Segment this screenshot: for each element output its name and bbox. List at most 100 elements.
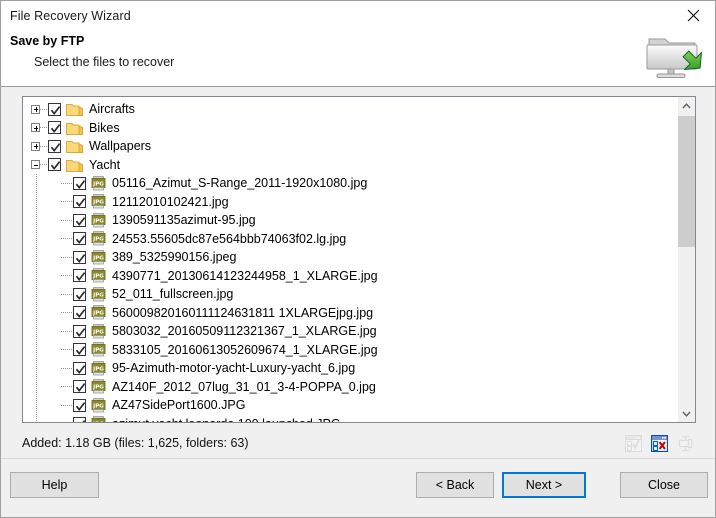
check-all-icon[interactable] bbox=[625, 434, 642, 452]
tree-file-row[interactable]: JPG 52_011_fullscreen.jpg bbox=[23, 285, 677, 304]
back-button[interactable]: < Back bbox=[416, 472, 494, 498]
tree-file-row[interactable]: JPG 5833105_20160613052609674_1_XLARGE.jp… bbox=[23, 341, 677, 360]
close-icon bbox=[687, 9, 699, 22]
file-name: 560009820160111124631811 1XLARGEjpg.jpg bbox=[112, 305, 374, 320]
tree-file-row[interactable]: JPG azimut yacht leonardo 100 launched.JP… bbox=[23, 415, 677, 422]
chevron-up-icon bbox=[682, 102, 691, 108]
file-checkbox[interactable] bbox=[73, 417, 86, 422]
collapse-icon[interactable] bbox=[31, 160, 40, 170]
file-name: 12112010102421.jpg bbox=[112, 194, 229, 209]
page-header: Save by FTP Select the files to recover bbox=[1, 30, 715, 87]
file-checkbox[interactable] bbox=[73, 398, 86, 412]
vertical-scrollbar[interactable] bbox=[677, 97, 695, 422]
checkmark-icon bbox=[50, 105, 61, 115]
file-name: azimut yacht leonardo 100 launched.JPG bbox=[112, 417, 341, 422]
file-checkbox[interactable] bbox=[73, 380, 86, 394]
tree-connector bbox=[40, 145, 48, 147]
file-checkbox[interactable] bbox=[73, 269, 86, 283]
tree-folder-row[interactable]: Wallpapers bbox=[23, 137, 677, 156]
checkmark-icon bbox=[75, 216, 86, 226]
tree-folder-row[interactable]: Yacht bbox=[23, 156, 677, 175]
scrollbar-thumb[interactable] bbox=[678, 116, 695, 247]
file-name: 24553.55605dc87e564bbb74063f02.lg.jpg bbox=[112, 231, 347, 246]
file-name: 95-Azimuth-motor-yacht-Luxury-yacht_6.jp… bbox=[112, 361, 356, 375]
file-checkbox[interactable] bbox=[73, 306, 86, 320]
tree-connector bbox=[61, 293, 73, 295]
tree-guide-line bbox=[36, 174, 37, 422]
tree-connector bbox=[40, 127, 48, 129]
file-checkbox[interactable] bbox=[73, 232, 86, 246]
checkmark-icon bbox=[75, 327, 86, 337]
checkmark-icon bbox=[82, 420, 86, 422]
tree-file-row[interactable]: JPG 95-Azimuth-motor-yacht-Luxury-yacht_6… bbox=[23, 359, 677, 378]
svg-text:JPG: JPG bbox=[92, 200, 104, 206]
tree-file-row[interactable]: JPG 12112010102421.jpg bbox=[23, 193, 677, 212]
file-checkbox[interactable] bbox=[73, 287, 86, 301]
file-checkbox[interactable] bbox=[73, 361, 86, 375]
scrollbar-track[interactable] bbox=[678, 114, 695, 405]
uncheck-all-icon[interactable] bbox=[650, 434, 669, 452]
checkmark-icon bbox=[50, 161, 61, 171]
file-name: 389_5325990156.jpeg bbox=[112, 250, 237, 264]
help-button[interactable]: Help bbox=[10, 472, 99, 498]
window-title: File Recovery Wizard bbox=[10, 8, 131, 23]
folder-checkbox[interactable] bbox=[48, 158, 61, 172]
wizard-body: Aircrafts Bikes Wallpapers Yacht JPG 05116_Az… bbox=[1, 87, 715, 458]
checkmark-icon bbox=[50, 142, 61, 152]
page-title: Save by FTP bbox=[10, 34, 85, 48]
tree-file-row[interactable]: JPG 05116_Azimut_S-Range_2011-1920x1080.j… bbox=[23, 174, 677, 193]
svg-text:JPG: JPG bbox=[92, 255, 104, 261]
expand-icon[interactable] bbox=[31, 104, 40, 114]
folder-icon bbox=[66, 158, 83, 172]
file-checkbox[interactable] bbox=[73, 343, 86, 357]
close-button[interactable] bbox=[671, 1, 715, 30]
next-button[interactable]: Next > bbox=[502, 472, 586, 498]
folder-checkbox[interactable] bbox=[48, 102, 61, 116]
file-checkbox[interactable] bbox=[73, 324, 86, 338]
expand-icon[interactable] bbox=[31, 123, 40, 133]
tree-file-row[interactable]: JPG 389_5325990156.jpeg bbox=[23, 248, 677, 267]
file-tree-listbox[interactable]: Aircrafts Bikes Wallpapers Yacht JPG 05116_Az… bbox=[22, 96, 696, 423]
tree-folder-row[interactable]: Aircrafts bbox=[23, 100, 677, 119]
tree-file-row[interactable]: JPG 4390771_20130614123244958_1_XLARGE.jp… bbox=[23, 267, 677, 286]
file-name: 5803032_20160509112321367_1_XLARGE.jpg bbox=[112, 324, 377, 338]
title-bar: File Recovery Wizard bbox=[1, 1, 715, 30]
file-checkbox[interactable] bbox=[73, 213, 86, 227]
tree-folder-row[interactable]: Bikes bbox=[23, 119, 677, 138]
svg-text:JPG: JPG bbox=[92, 385, 104, 391]
tree-file-row[interactable]: JPG AZ47SidePort1600.JPG bbox=[23, 396, 677, 415]
jpg-file-icon: JPG bbox=[91, 194, 106, 209]
invert-selection-icon[interactable] bbox=[677, 435, 694, 452]
tree-file-row[interactable]: JPG 5803032_20160509112321367_1_XLARGE.jp… bbox=[23, 322, 677, 341]
save-to-network-folder-icon bbox=[639, 31, 705, 83]
jpg-file-icon: JPG bbox=[91, 323, 106, 339]
tree-connector bbox=[61, 201, 73, 203]
folder-icon bbox=[66, 102, 83, 117]
file-checkbox[interactable] bbox=[73, 195, 86, 209]
jpg-file-icon: JPG bbox=[91, 175, 106, 191]
page-subtitle: Select the files to recover bbox=[34, 55, 175, 69]
checkmark-icon bbox=[50, 124, 61, 134]
jpg-file-icon: JPG bbox=[91, 249, 106, 265]
jpg-file-icon: JPG bbox=[91, 397, 106, 413]
scroll-down-button[interactable] bbox=[678, 405, 695, 422]
tree-file-row[interactable]: JPG AZ140F_2012_07lug_31_01_3-4-POPPA_0.j… bbox=[23, 378, 677, 397]
expand-icon[interactable] bbox=[31, 141, 40, 151]
scroll-up-button[interactable] bbox=[678, 97, 695, 114]
jpg-file-icon: JPG bbox=[91, 305, 106, 320]
tree-file-row[interactable]: JPG 560009820160111124631811 1XLARGEjpg.j… bbox=[23, 304, 677, 323]
file-name: 5833105_20160613052609674_1_XLARGE.jpg bbox=[112, 342, 378, 357]
tree-file-row[interactable]: JPG 1390591135azimut-95.jpg bbox=[23, 211, 677, 230]
file-checkbox[interactable] bbox=[73, 250, 86, 264]
tree-file-row[interactable]: JPG 24553.55605dc87e564bbb74063f02.lg.jpg bbox=[23, 230, 677, 249]
checkmark-icon bbox=[75, 383, 86, 393]
folder-checkbox[interactable] bbox=[48, 121, 61, 135]
jpg-file-icon: JPG bbox=[91, 212, 106, 228]
close-button-footer[interactable]: Close bbox=[620, 472, 708, 498]
file-tree[interactable]: Aircrafts Bikes Wallpapers Yacht JPG 05116_Az… bbox=[23, 97, 677, 422]
checkmark-icon bbox=[75, 346, 86, 356]
folder-checkbox[interactable] bbox=[48, 139, 61, 153]
file-name: AZ140F_2012_07lug_31_01_3-4-POPPA_0.jpg bbox=[112, 379, 376, 394]
checkmark-icon bbox=[75, 290, 86, 300]
file-checkbox[interactable] bbox=[73, 176, 86, 190]
